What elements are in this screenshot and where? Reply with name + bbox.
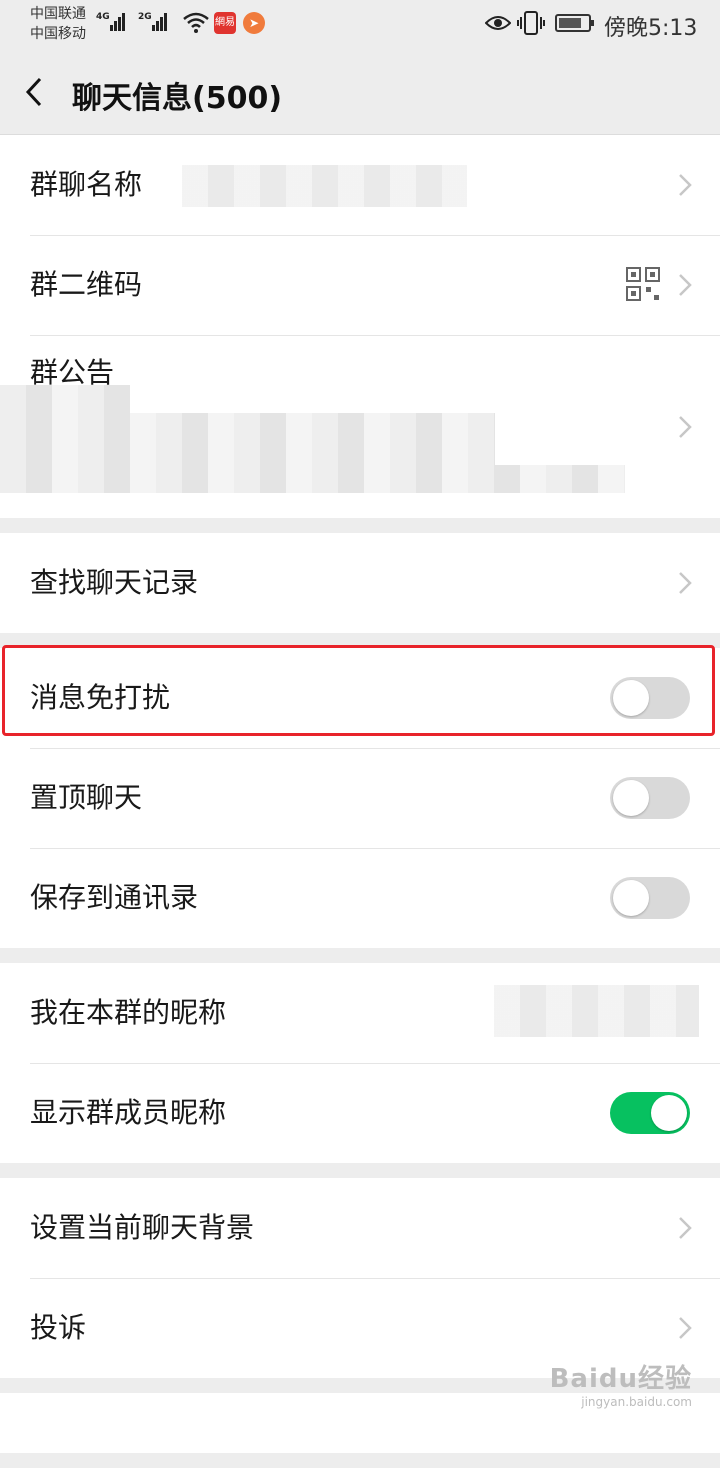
network-type-2: 2G (138, 12, 152, 22)
nav-bar: 聊天信息(500) (0, 50, 720, 135)
row-my-nickname[interactable]: 我在本群的昵称 (0, 963, 720, 1063)
row-label: 显示群成员昵称 (30, 1096, 227, 1129)
row-label: 查找聊天记录 (30, 566, 199, 599)
row-label: 我在本群的昵称 (30, 996, 227, 1029)
save-contacts-toggle[interactable] (610, 877, 690, 919)
row-group-qr[interactable]: 群二维码 (0, 235, 720, 335)
redacted-notice (0, 413, 495, 465)
redacted-notice (0, 385, 130, 413)
send-app-icon: ➤ (243, 12, 265, 34)
row-mute-notifications[interactable]: 消息免打扰 (0, 645, 720, 748)
chevron-right-icon (679, 274, 692, 296)
back-arrow-icon[interactable] (22, 76, 46, 108)
redacted-notice (0, 465, 625, 493)
redacted-group-name (182, 165, 467, 207)
carrier-1: 中国联通 (30, 6, 86, 22)
netease-app-icon: 網易 (214, 12, 236, 34)
wifi-icon (183, 12, 209, 33)
row-label: 保存到通讯录 (30, 881, 199, 914)
signal-icon (110, 12, 126, 31)
row-label: 投诉 (30, 1311, 87, 1344)
group-toggles: 消息免打扰 置顶聊天 保存到通讯录 (0, 645, 720, 948)
row-label: 设置当前聊天背景 (30, 1211, 255, 1244)
network-type-1: 4G (96, 12, 110, 22)
vibrate-icon (517, 11, 545, 35)
battery-icon (555, 14, 594, 32)
group-search: 查找聊天记录 (0, 533, 720, 633)
row-save-contacts[interactable]: 保存到通讯录 (0, 848, 720, 948)
status-time: 傍晚5:13 (604, 16, 698, 41)
status-bar: 中国联通 中国移动 4G 2G 網易 ➤ 傍晚5:13 (0, 0, 720, 50)
watermark: Baidu经验 jingyan.baidu.com (550, 1358, 692, 1409)
signal-icon-2 (152, 12, 168, 31)
row-label: 消息免打扰 (30, 681, 171, 714)
redacted-nickname (494, 985, 699, 1037)
pin-toggle[interactable] (610, 777, 690, 819)
chevron-right-icon (679, 1217, 692, 1239)
show-nicknames-toggle[interactable] (610, 1092, 690, 1134)
eye-comfort-icon (485, 16, 511, 30)
settings-list: 群聊名称 群二维码 群公告 查找聊天记录 消息免打扰 置顶聊天 保存到通讯录 我… (0, 135, 720, 1468)
chevron-right-icon (679, 572, 692, 594)
chevron-right-icon (679, 174, 692, 196)
row-label: 群二维码 (30, 268, 143, 301)
watermark-sub: jingyan.baidu.com (581, 1395, 692, 1409)
row-group-notice[interactable]: 群公告 (0, 335, 720, 518)
row-chat-background[interactable]: 设置当前聊天背景 (0, 1178, 720, 1278)
mute-toggle[interactable] (610, 677, 690, 719)
chevron-right-icon (679, 1317, 692, 1339)
group-info: 群聊名称 群二维码 群公告 (0, 135, 720, 518)
carrier-labels: 中国联通 中国移动 (30, 4, 86, 44)
row-search-history[interactable]: 查找聊天记录 (0, 533, 720, 633)
row-label: 置顶聊天 (30, 781, 143, 814)
chevron-right-icon (679, 416, 692, 438)
group-nickname: 我在本群的昵称 显示群成员昵称 (0, 963, 720, 1163)
row-show-member-nicknames[interactable]: 显示群成员昵称 (0, 1063, 720, 1163)
carrier-2: 中国移动 (30, 26, 86, 42)
page-title: 聊天信息(500) (72, 81, 283, 116)
row-pin-chat[interactable]: 置顶聊天 (0, 748, 720, 848)
watermark-main: Baidu经验 (549, 1364, 692, 1394)
qr-code-icon (626, 267, 660, 301)
group-misc: 设置当前聊天背景 投诉 (0, 1178, 720, 1378)
row-group-name[interactable]: 群聊名称 (0, 135, 720, 235)
row-label: 群聊名称 (30, 168, 143, 201)
